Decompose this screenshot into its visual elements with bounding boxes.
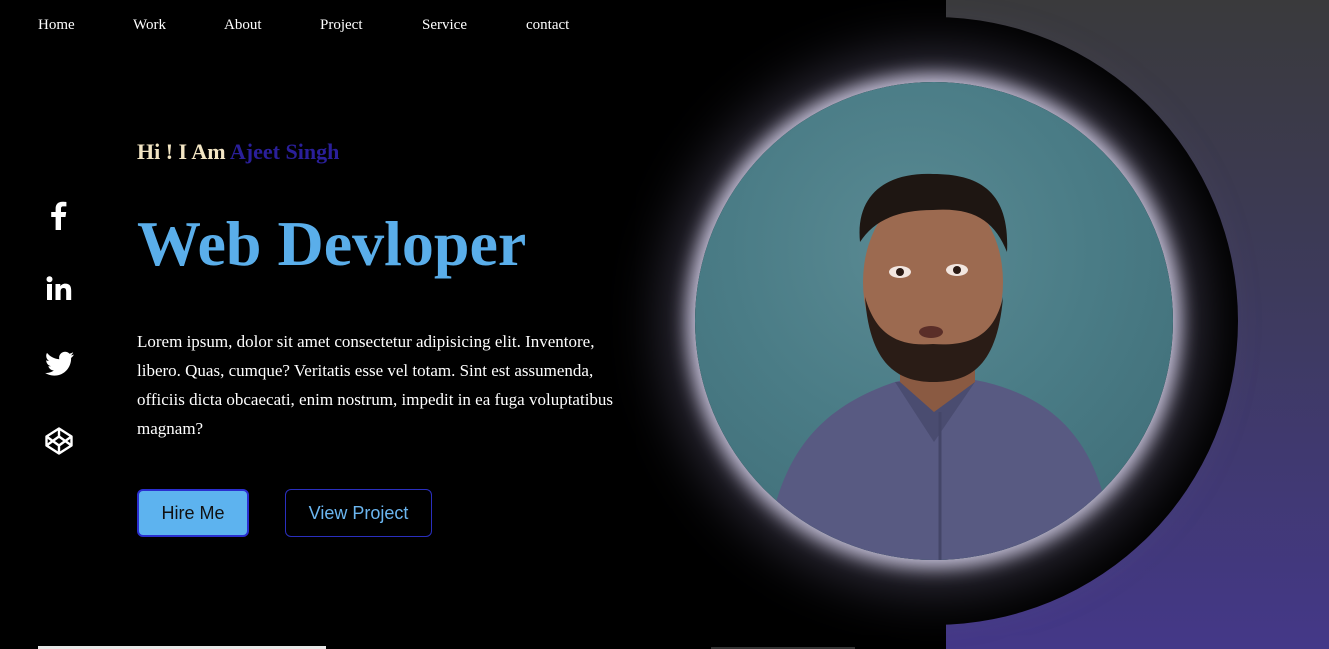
greeting-name: Ajeet Singh	[229, 139, 340, 164]
facebook-icon[interactable]	[44, 199, 74, 231]
greeting: Hi ! I Am Ajeet Singh	[137, 139, 339, 165]
nav-work[interactable]: Work	[133, 17, 166, 34]
twitter-icon[interactable]	[44, 350, 76, 378]
greeting-prefix: Hi ! I Am	[137, 139, 226, 164]
linkedin-icon[interactable]	[44, 274, 74, 304]
nav-service[interactable]: Service	[422, 17, 467, 34]
codepen-icon[interactable]	[44, 426, 74, 456]
nav-project[interactable]: Project	[320, 17, 363, 34]
nav-home[interactable]: Home	[38, 17, 75, 34]
view-project-button[interactable]: View Project	[285, 489, 432, 537]
headline: Web Devloper	[137, 208, 527, 279]
hire-me-button[interactable]: Hire Me	[137, 489, 249, 537]
nav-about[interactable]: About	[224, 17, 262, 34]
page: Home Work About Project Service contact	[0, 0, 1329, 649]
nav-contact[interactable]: contact	[526, 17, 569, 34]
profile-photo	[695, 82, 1173, 560]
hero-description: Lorem ipsum, dolor sit amet consectetur …	[137, 332, 614, 438]
